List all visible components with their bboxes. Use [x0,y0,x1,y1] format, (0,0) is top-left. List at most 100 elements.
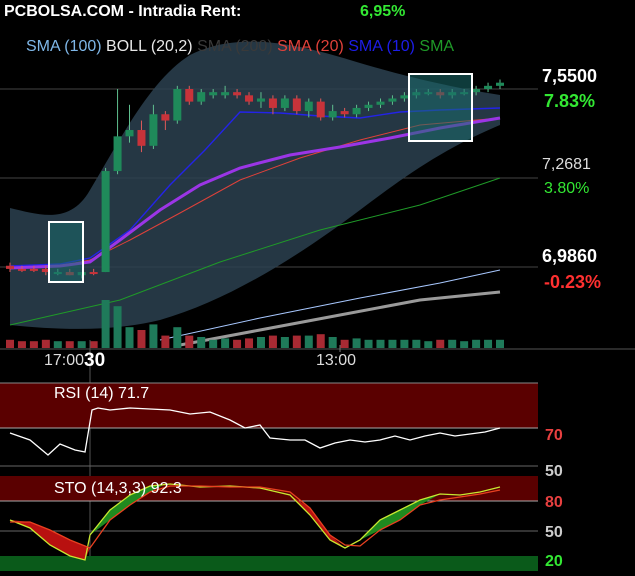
sto-level-80: 80 [545,494,563,511]
candle-body [400,95,409,99]
candle-body [17,268,26,271]
candle-body [6,265,14,269]
pct-label-mid: 3.80% [544,180,590,197]
legend-sma-100: SMA (100) [26,38,102,55]
sto-level-50: 50 [545,524,563,541]
volume-bar [280,337,289,348]
volume-bar [268,335,277,348]
candle-body [388,98,397,102]
volume-bar [376,339,385,348]
candle-body [292,98,301,112]
volume-bar [245,338,254,348]
volume-bar [292,335,301,348]
volume-bar [197,337,206,348]
volume-bar [364,339,373,348]
header-title: PCBOLSA.COM - Intradia Rent: [4,3,242,20]
volume-bar [173,327,182,348]
price-label-low: 6,9860 [542,246,598,266]
volume-bar [424,341,433,348]
volume-bar [340,339,349,348]
candle-body [472,89,481,93]
volume-bar [29,341,38,348]
volume-bar [436,339,445,348]
volume-bar [496,339,504,348]
candle-body [29,268,38,271]
candle-body [268,98,277,108]
legend-sma-20: SMA (20) [277,38,344,55]
candle-body [113,136,122,172]
highlight-box-right [408,73,473,142]
candle-body [256,98,265,102]
time-label-1300: 13:00 [316,352,357,369]
volume-bar [316,334,325,348]
candle-body [376,101,385,105]
candle-body [484,85,493,89]
volume-bar [17,341,26,348]
candle-body [245,95,254,102]
sto-label: STO (14,3,3) 92.3 [54,480,182,497]
header-rent-value: 6,95% [360,3,406,20]
volume-bar [41,339,50,348]
sto-level-20: 20 [545,553,563,570]
rsi-level-50: 50 [545,463,563,480]
volume-bar [400,339,409,348]
legend-boll: BOLL (20,2) [106,38,193,55]
volume-bar [256,337,265,348]
candle-body [137,130,146,146]
candle-body [161,114,170,121]
volume-bar [472,339,481,348]
pct-label-top: 7.83% [544,91,596,111]
volume-bar [161,335,170,348]
price-label-top: 7,5500 [542,66,598,86]
candle-body [352,107,361,115]
volume-bar [65,341,74,348]
pct-label-low: -0.23% [544,272,602,292]
rsi-label: RSI (14) 71.7 [54,385,150,402]
volume-bar [352,338,361,348]
volume-bar [460,341,469,348]
volume-bar [185,335,194,348]
price-label-mid: 7,2681 [542,156,591,173]
candle-body [125,130,134,137]
legend-sma: SMA [419,38,455,55]
rsi-level-70: 70 [545,427,563,444]
volume-bar [77,341,86,348]
candle-body [185,89,194,102]
candle-body [221,92,230,96]
volume-bar [113,306,122,348]
volume-bar [388,339,397,348]
time-label-1700: 17:00 [44,352,85,369]
candle-body [173,89,182,121]
candle-body [197,92,206,102]
volume-bar [6,339,14,348]
highlight-box-left [48,221,84,283]
candle-body [328,111,337,118]
volume-bar [101,300,110,348]
legend-sma-10: SMA (10) [348,38,415,55]
time-label-day: 30 [84,350,106,371]
volume-bar [233,339,242,348]
volume-bar [149,324,158,348]
chart-root: PCBOLSA.COM - Intradia Rent: 6,95% SMA (… [0,0,635,571]
volume-bar [328,337,337,348]
candle-body [280,98,289,108]
candle-body [304,101,313,112]
volume-bar [221,338,230,348]
candle-body [316,101,325,118]
volume-bar [412,339,421,348]
volume-bar [484,339,493,348]
candle-body [209,92,218,96]
chart-header: PCBOLSA.COM - Intradia Rent: [4,3,241,23]
volume-bar [304,335,313,348]
volume-bar [137,330,146,348]
volume-bar [89,341,98,348]
candle-body [340,111,349,115]
volume-bar [448,339,457,348]
sto-fill-red [10,520,90,560]
candle-body [101,171,110,273]
volume-bar [53,341,62,348]
legend: SMA (100) BOLL (20,2) SMA (200) SMA (20)… [26,38,454,56]
legend-sma-200: SMA (200) [197,38,273,55]
candle-body [496,82,504,86]
volume-bar [209,339,218,348]
